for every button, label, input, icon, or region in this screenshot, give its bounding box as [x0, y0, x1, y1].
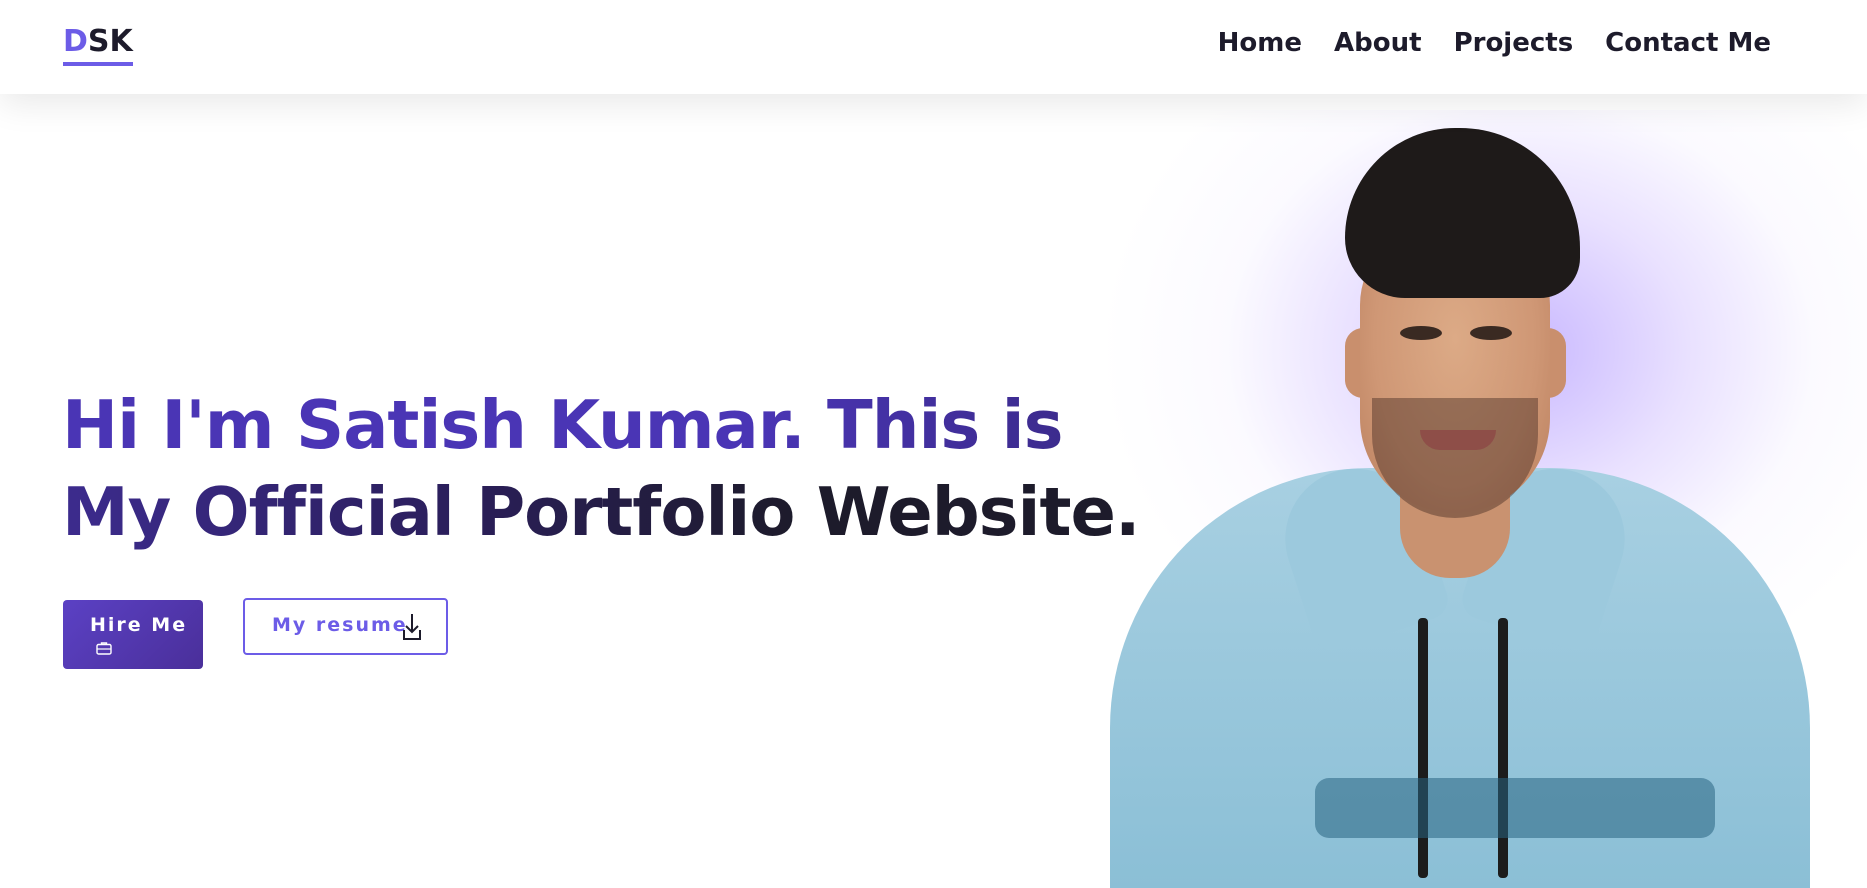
nav-link-about[interactable]: About: [1334, 26, 1422, 60]
mouth-shape: [1420, 430, 1496, 450]
eye-right: [1470, 326, 1512, 340]
navbar: DSK Home About Projects Contact Me: [0, 0, 1867, 94]
hire-me-label: Hire Me: [90, 614, 188, 636]
eye-left: [1400, 326, 1442, 340]
nav-link-contact[interactable]: Contact Me: [1605, 26, 1771, 60]
nav-link-projects[interactable]: Projects: [1454, 26, 1574, 60]
drawstring-right: [1498, 618, 1508, 878]
site-logo[interactable]: DSK: [63, 24, 133, 66]
nav-link-home[interactable]: Home: [1218, 26, 1302, 60]
my-resume-button[interactable]: My resume: [243, 598, 448, 655]
logo-accent-letter: D: [63, 24, 88, 59]
drawstring-left: [1418, 618, 1428, 878]
portrait-photo: [1100, 128, 1810, 888]
briefcase-icon: [96, 640, 112, 659]
hair-shape: [1345, 128, 1580, 298]
logo-text: SK: [87, 24, 133, 59]
nav-links: Home About Projects Contact Me: [1218, 26, 1771, 60]
hire-me-button[interactable]: Hire Me: [63, 600, 203, 669]
hero-headline: Hi I'm Satish Kumar. This is My Official…: [62, 382, 1142, 556]
my-resume-label: My resume: [272, 614, 408, 636]
hero-headline-rest: Website.: [794, 473, 1141, 551]
download-icon: [401, 612, 423, 646]
hoodie-print: [1315, 778, 1715, 838]
